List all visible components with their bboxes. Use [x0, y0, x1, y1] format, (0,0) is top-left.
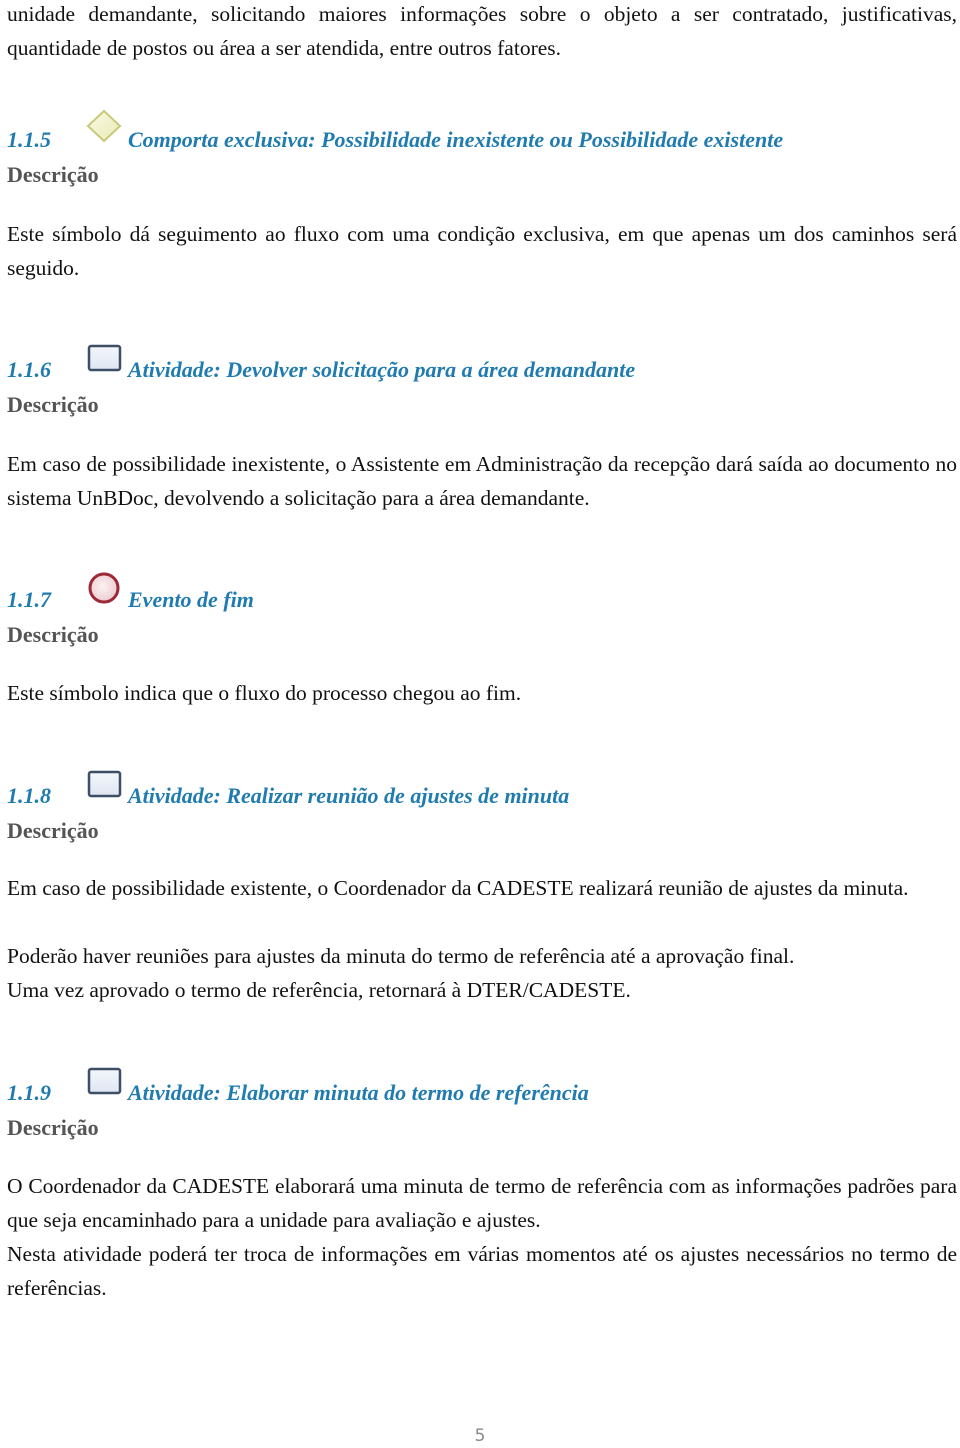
description-label: Descrição — [7, 818, 99, 843]
section-number: 1.1.7 — [7, 587, 51, 612]
activity-task-icon — [87, 344, 122, 372]
section-paragraph: Em caso de possibilidade existente, o Co… — [7, 876, 909, 900]
intro-line: unidade demandante, solicitando maiores … — [7, 2, 829, 26]
description-label: Descrição — [7, 162, 99, 187]
section-number: 1.1.5 — [7, 127, 51, 152]
section-number: 1.1.9 — [7, 1080, 51, 1105]
section-title: Atividade: Realizar reunião de ajustes d… — [128, 783, 570, 808]
section-heading: 1.1.9 Atividade: Elaborar minuta do term… — [7, 1067, 589, 1113]
section-heading: 1.1.6 Atividade: Devolver solicitação pa… — [7, 344, 635, 390]
section-paragraph: Nesta atividade poderá ter troca de info… — [7, 1242, 957, 1300]
intro-paragraph: unidade demandante, solicitando maiores … — [7, 0, 957, 65]
section-paragraph: Uma vez aprovado o termo de referência, … — [7, 978, 631, 1002]
section-heading: 1.1.5 Comporta exclusiva: Possibilidade … — [7, 109, 783, 160]
section-heading: 1.1.8 Atividade: Realizar reunião de aju… — [7, 770, 569, 816]
section-paragraph: Poderão haver reuniões para ajustes da m… — [7, 944, 795, 968]
activity-task-icon — [87, 770, 122, 798]
section-paragraph: Em caso de possibilidade inexistente, o … — [7, 452, 957, 510]
section-paragraph: O Coordenador da CADESTE elaborará uma m… — [7, 1174, 957, 1232]
section-number: 1.1.6 — [7, 357, 51, 382]
section-heading: 1.1.7 Evento de fim — [7, 572, 254, 620]
end-event-circle-icon — [88, 572, 120, 604]
section-number: 1.1.8 — [7, 783, 51, 808]
section-title: Comporta exclusiva: Possibilidade inexis… — [128, 127, 784, 152]
section-paragraph: Este símbolo indica que o fluxo do proce… — [7, 681, 522, 705]
description-label: Descrição — [7, 392, 99, 417]
page-number: 5 — [474, 1426, 486, 1446]
description-label: Descrição — [7, 1115, 99, 1140]
section-title: Atividade: Elaborar minuta do termo de r… — [128, 1080, 589, 1105]
section-title: Atividade: Devolver solicitação para a á… — [128, 357, 636, 382]
section-title: Evento de fim — [128, 587, 254, 612]
gateway-diamond-icon — [86, 109, 122, 143]
section-paragraph: Este símbolo dá seguimento ao fluxo com … — [7, 222, 957, 280]
description-label: Descrição — [7, 622, 99, 647]
activity-task-icon — [87, 1067, 122, 1095]
